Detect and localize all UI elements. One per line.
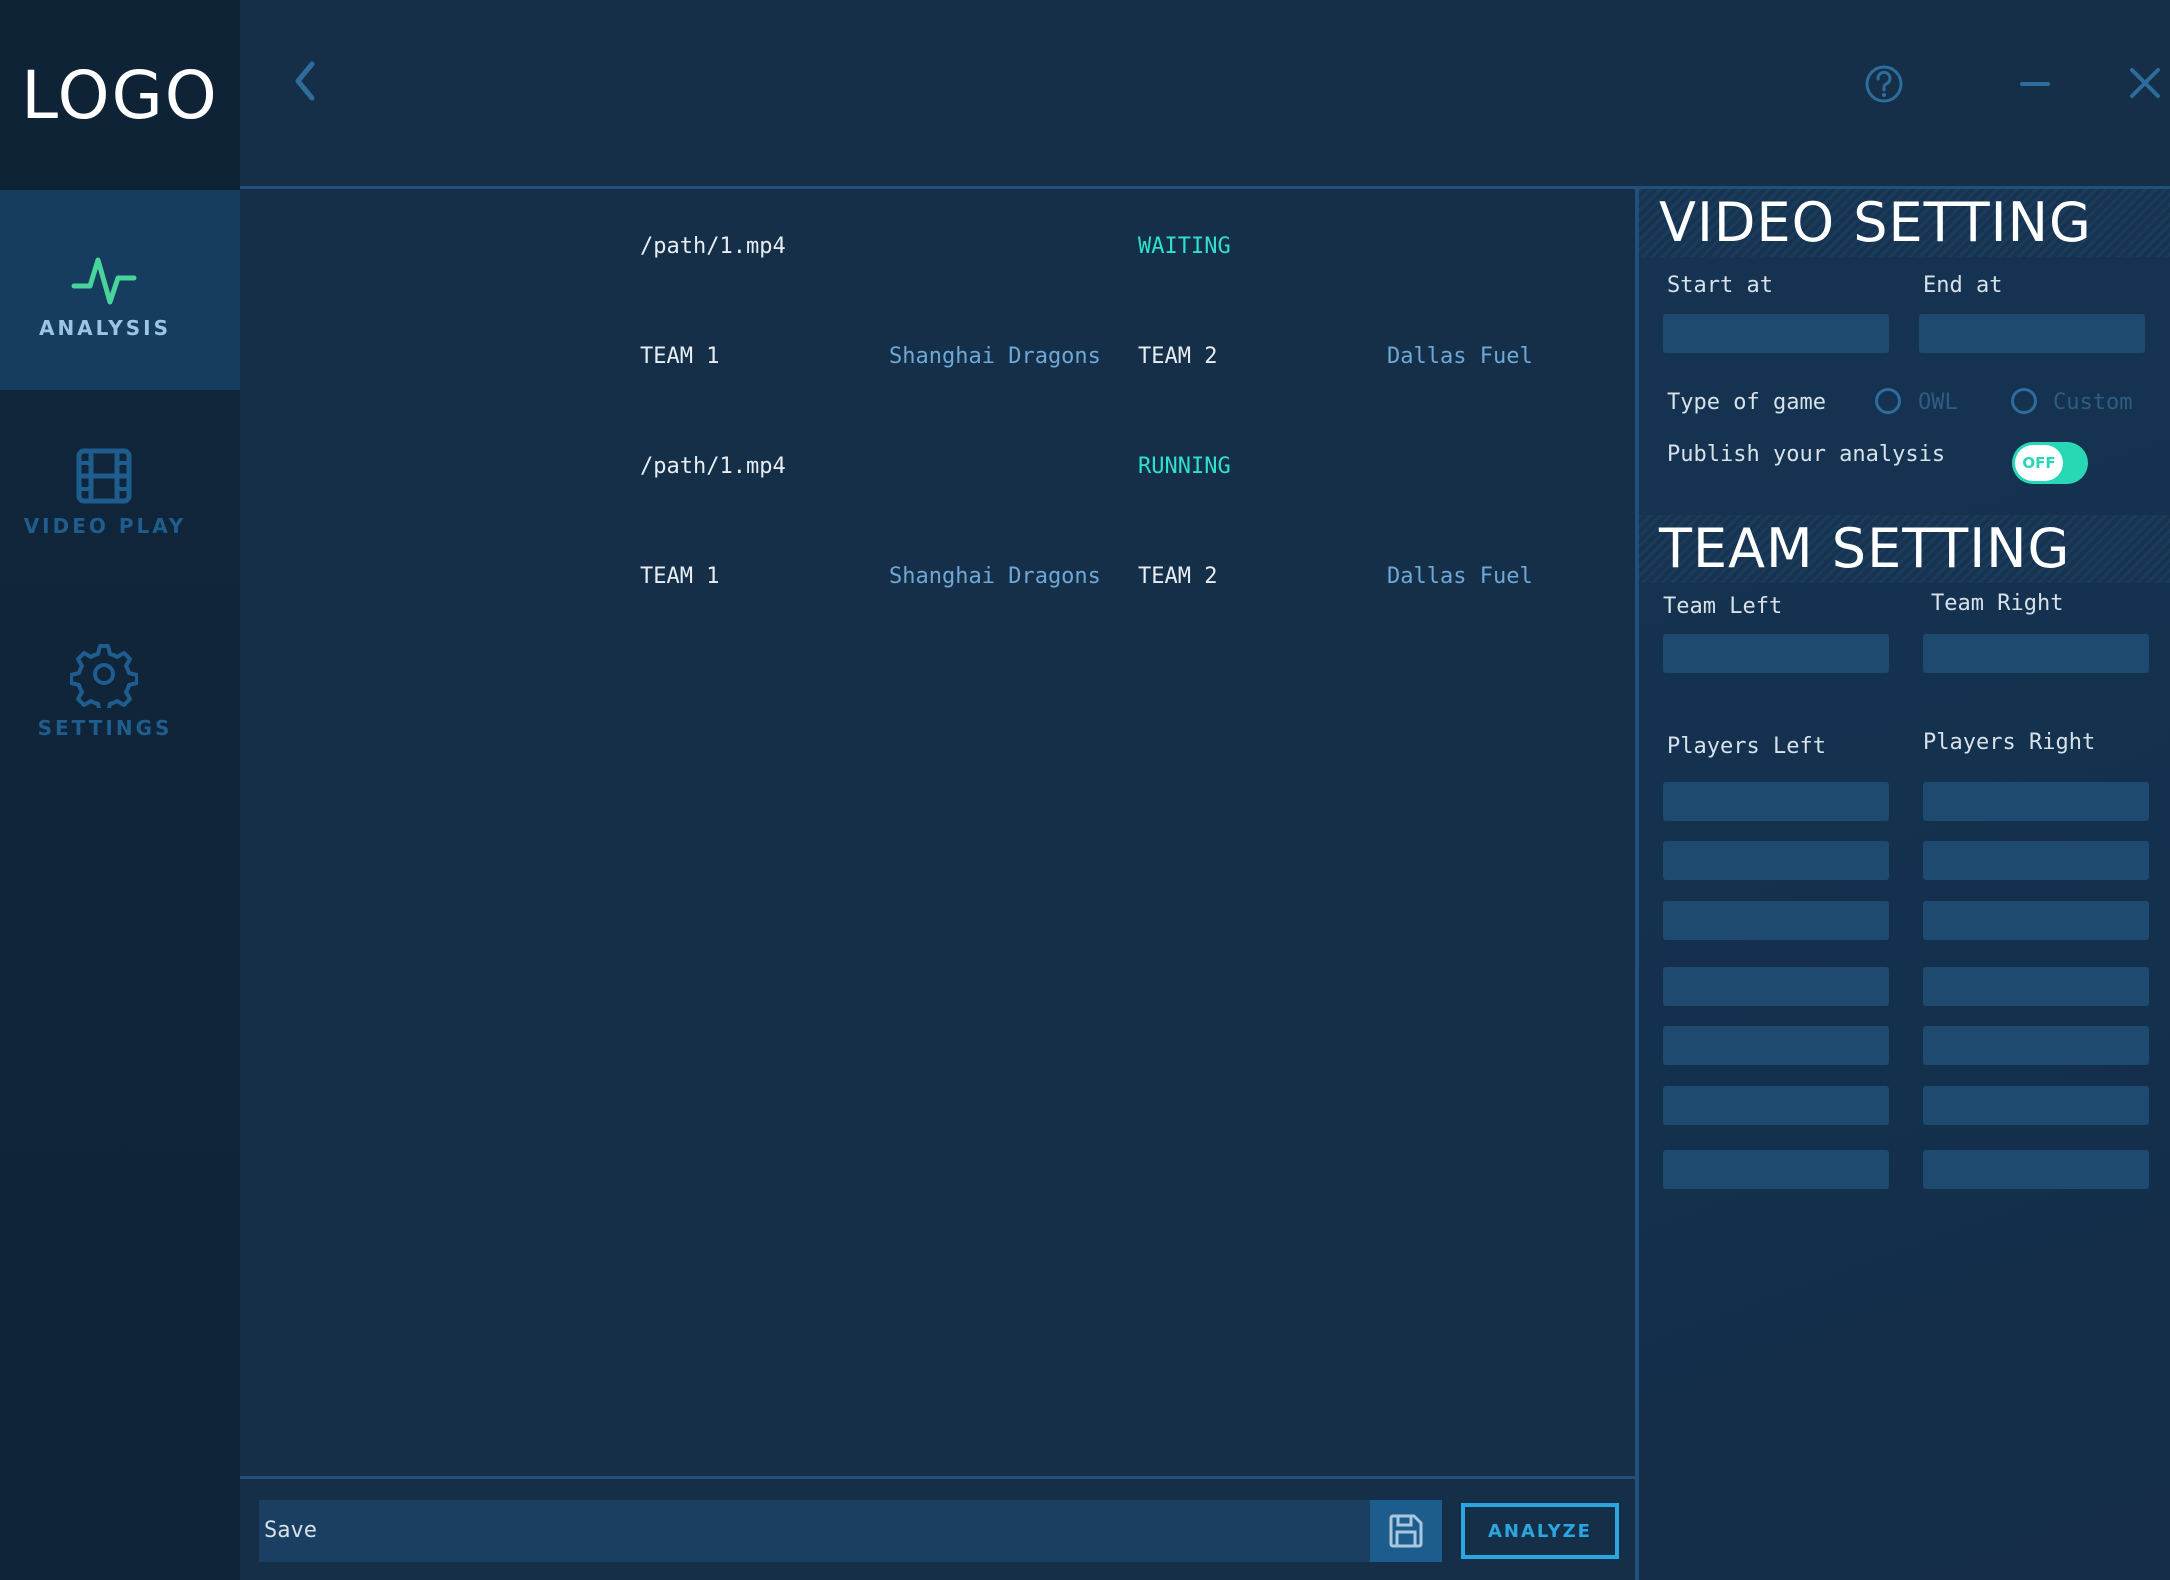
nav-label-settings: SETTINGS [37,716,173,740]
radio-owl[interactable] [1875,388,1901,414]
player-left-input[interactable] [1663,967,1889,1006]
chevron-left-icon[interactable] [290,60,320,102]
radio-custom[interactable] [2011,388,2037,414]
team1-label: TEAM 1 [640,564,720,589]
team-setting-title: TEAM SETTING [1659,517,2071,580]
radio-owl-label: OWL [1918,390,1958,415]
nav-item-video-play[interactable]: VIDEO PLAY [0,430,240,630]
player-left-input[interactable] [1663,841,1889,880]
floppy-disk-icon [1389,1514,1423,1548]
nav-label-video-play: VIDEO PLAY [23,514,187,538]
analyze-button[interactable]: ANALYZE [1461,1503,1619,1559]
job-list: /path/1.mp4 WAITING TEAM 1 Shanghai Drag… [240,189,1635,1479]
job-path: /path/1.mp4 [640,454,786,479]
player-right-input[interactable] [1923,841,2149,880]
team2-name: Dallas Fuel [1387,344,1533,369]
player-left-input[interactable] [1663,782,1889,821]
help-circle-icon[interactable] [1864,64,1904,104]
radio-custom-label: Custom [2053,390,2133,415]
team-left-label: Team Left [1663,594,1783,619]
video-setting-header: VIDEO SETTING [1639,189,2170,257]
sidebar: LOGO ANALYSIS VIDEO PLAY SETTINGS [0,0,240,1580]
team1-name: Shanghai Dragons [889,344,1101,369]
end-at-input[interactable] [1919,314,2145,353]
video-setting-title: VIDEO SETTING [1659,191,2092,254]
close-icon[interactable] [2128,66,2162,100]
player-right-input[interactable] [1923,1086,2149,1125]
team-setting-header: TEAM SETTING [1639,515,2170,583]
save-button[interactable] [1370,1500,1442,1562]
footer-divider [240,1476,1635,1479]
film-icon [76,448,132,504]
player-right-input[interactable] [1923,1026,2149,1065]
team2-label: TEAM 2 [1138,564,1218,589]
player-left-input[interactable] [1663,901,1889,940]
player-right-input[interactable] [1923,901,2149,940]
publish-label: Publish your analysis [1667,442,1946,467]
team2-name: Dallas Fuel [1387,564,1533,589]
team-left-input[interactable] [1663,634,1889,673]
team-right-input[interactable] [1923,634,2149,673]
job-path: /path/1.mp4 [640,234,786,259]
start-at-input[interactable] [1663,314,1889,353]
game-type-label: Type of game [1667,390,1826,415]
player-left-input[interactable] [1663,1086,1889,1125]
top-bar [240,0,2170,189]
app-logo: LOGO [0,0,240,190]
job-status: WAITING [1138,234,1231,259]
team-right-label: Team Right [1931,591,2064,616]
player-left-input[interactable] [1663,1026,1889,1065]
end-at-label: End at [1923,273,2003,298]
team1-name: Shanghai Dragons [889,564,1101,589]
team1-label: TEAM 1 [640,344,720,369]
save-path-input[interactable]: Save [259,1500,1371,1562]
player-right-input[interactable] [1923,782,2149,821]
player-right-input[interactable] [1923,1150,2149,1189]
publish-toggle-state: OFF [2015,445,2063,481]
publish-toggle[interactable]: OFF [2012,442,2088,484]
player-right-input[interactable] [1923,967,2149,1006]
settings-panel: VIDEO SETTING Start at End at Type of ga… [1639,189,2170,1580]
job-status: RUNNING [1138,454,1231,479]
nav-item-settings[interactable]: SETTINGS [0,630,240,830]
pulse-icon [71,257,137,305]
gear-icon [70,644,138,708]
minimize-icon[interactable] [2020,74,2050,94]
nav-item-analysis[interactable]: ANALYSIS [0,190,240,390]
player-left-input[interactable] [1663,1150,1889,1189]
save-path-value: Save [264,1518,317,1543]
players-right-label: Players Right [1923,730,2096,755]
players-left-label: Players Left [1667,734,1826,759]
start-at-label: Start at [1667,273,1773,298]
team2-label: TEAM 2 [1138,344,1218,369]
nav-label-analysis: ANALYSIS [38,316,172,340]
